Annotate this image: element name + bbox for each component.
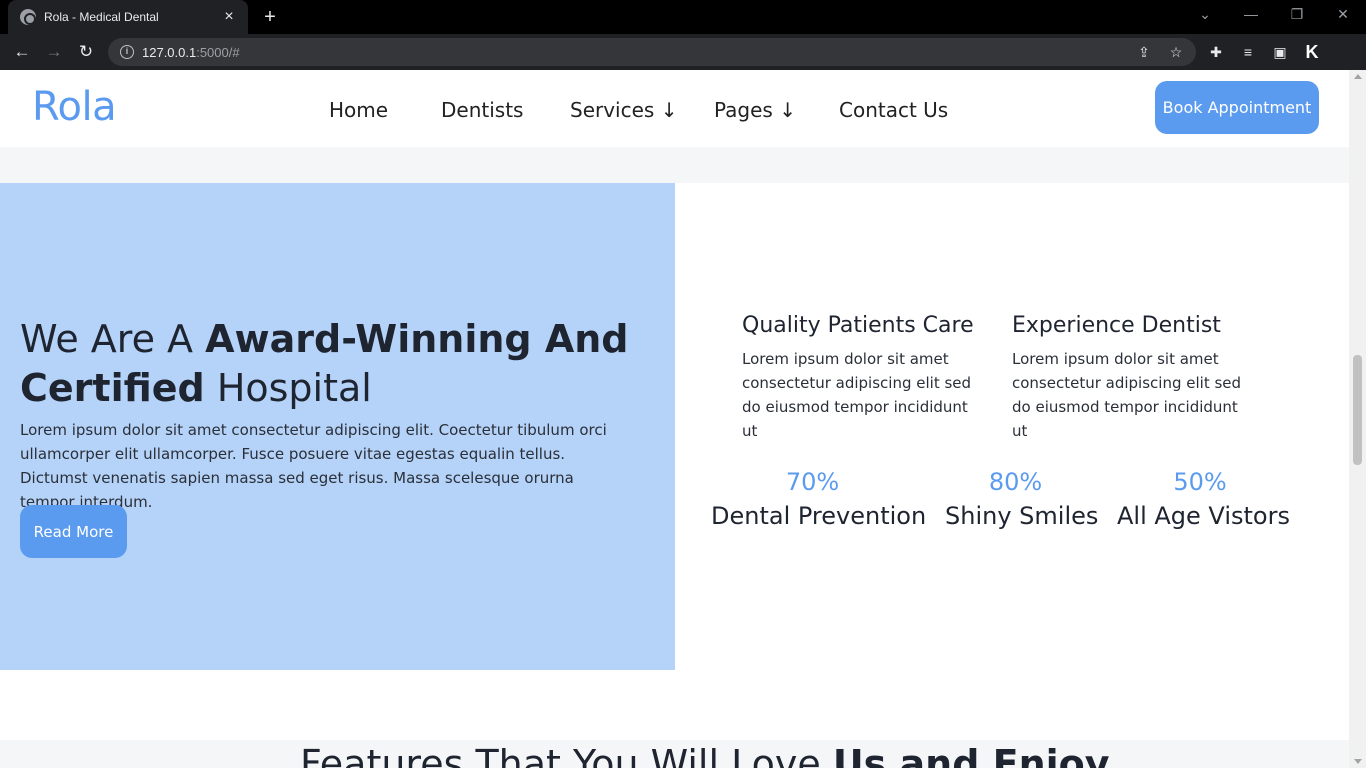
hero-title-part: We Are A — [20, 317, 206, 361]
features-heading-bold: Us and Enjoy — [832, 742, 1110, 768]
hero-panel: We Are A Award-Winning And Certified Hos… — [0, 183, 675, 670]
site-logo[interactable]: Rola — [32, 84, 117, 130]
tab-search-icon[interactable]: ⌄ — [1190, 6, 1220, 23]
scrollbar-thumb[interactable] — [1353, 355, 1362, 465]
read-more-button[interactable]: Read More — [20, 505, 127, 558]
side-panel-icon[interactable]: ▣ — [1270, 42, 1290, 62]
hero-stats-panel: Quality Patients Care Lorem ipsum dolor … — [675, 183, 1349, 670]
reload-button[interactable]: ↻ — [74, 40, 98, 64]
stat-label: Dental Prevention — [711, 502, 927, 530]
hero-description: Lorem ipsum dolor sit amet consectetur a… — [20, 421, 607, 511]
site-header: Rola Home Dentists Services ↓ Pages ↓ Co… — [0, 70, 1349, 147]
features-heading: Features That You Will Love Us and Enjoy — [300, 742, 1110, 768]
hero-title-part: Hospital — [204, 366, 372, 410]
stat-label: Shiny Smiles — [945, 502, 1099, 530]
info-icon[interactable]: i — [120, 45, 134, 59]
stat-value: 80% — [988, 468, 1043, 496]
nav-pages[interactable]: Pages ↓ — [714, 98, 796, 122]
restore-button[interactable]: ❐ — [1282, 6, 1312, 23]
page-viewport: Rola Home Dentists Services ↓ Pages ↓ Co… — [0, 70, 1366, 768]
feature-title: Experience Dentist — [1012, 313, 1221, 338]
profile-icon[interactable]: K — [1302, 42, 1322, 62]
stat-item: 70% Dental Prevention — [711, 468, 927, 530]
media-control-icon[interactable]: ≡ — [1238, 42, 1258, 62]
nav-home[interactable]: Home — [329, 98, 388, 122]
url-path: :5000/# — [196, 44, 240, 60]
scroll-up-arrow-icon[interactable] — [1354, 74, 1362, 79]
new-tab-button[interactable]: + — [258, 6, 282, 28]
nav-services[interactable]: Services ↓ — [570, 98, 677, 122]
close-tab-icon[interactable]: × — [220, 8, 238, 26]
globe-icon — [20, 9, 36, 25]
scroll-down-arrow-icon[interactable] — [1354, 759, 1362, 764]
section-gap — [0, 670, 1349, 740]
nav-dentists[interactable]: Dentists — [441, 98, 523, 122]
stat-value: 50% — [1173, 468, 1227, 496]
book-appointment-button[interactable]: Book Appointment — [1155, 81, 1319, 134]
browser-tab-bar: Rola - Medical Dental × + ⌄ — ❐ ✕ — [0, 0, 1366, 34]
stat-item: 50% All Age Vistors — [1117, 468, 1290, 530]
stat-value: 70% — [785, 468, 840, 496]
stat-item: 80% Shiny Smiles — [945, 468, 1099, 530]
address-bar[interactable]: i 127.0.0.1:5000/# — [108, 38, 1196, 66]
hero-title: We Are A Award-Winning And Certified Hos… — [20, 315, 660, 413]
url-host: 127.0.0.1 — [142, 44, 197, 60]
minimize-button[interactable]: — — [1236, 6, 1266, 22]
feature-card: Experience Dentist Lorem ipsum dolor sit… — [1012, 313, 1257, 443]
extensions-icon[interactable]: ✚ — [1206, 42, 1226, 62]
forward-button[interactable]: → — [42, 40, 66, 64]
feature-card: Quality Patients Care Lorem ipsum dolor … — [742, 313, 987, 443]
section-spacer — [0, 147, 1349, 183]
bookmark-star-icon[interactable]: ☆ — [1166, 42, 1186, 62]
feature-text: Lorem ipsum dolor sit amet consectetur a… — [1012, 350, 1242, 440]
stat-label: All Age Vistors — [1117, 502, 1290, 530]
page-scrollbar[interactable] — [1349, 70, 1366, 768]
browser-toolbar: ← → ↻ i 127.0.0.1:5000/# ⇪ ☆ ✚ ≡ ▣ K — [0, 34, 1366, 70]
browser-tab[interactable]: Rola - Medical Dental × — [8, 0, 248, 34]
tab-title: Rola - Medical Dental — [44, 10, 159, 24]
close-window-button[interactable]: ✕ — [1328, 6, 1358, 23]
features-section: Features That You Will Love Us and Enjoy — [0, 740, 1349, 768]
features-heading-part: Features That You Will Love — [300, 742, 833, 768]
nav-contact-us[interactable]: Contact Us — [839, 98, 948, 122]
share-icon[interactable]: ⇪ — [1134, 42, 1154, 62]
feature-text: Lorem ipsum dolor sit amet consectetur a… — [742, 350, 972, 440]
back-button[interactable]: ← — [10, 40, 34, 64]
feature-title: Quality Patients Care — [742, 313, 974, 338]
